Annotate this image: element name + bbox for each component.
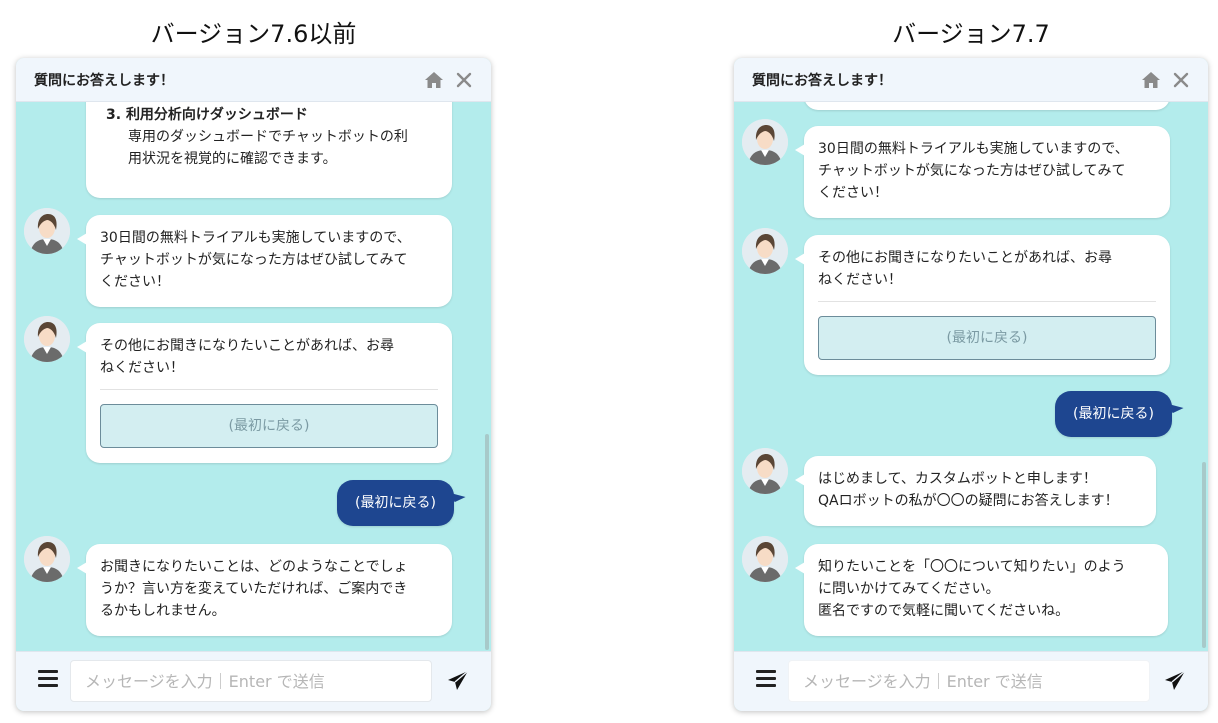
bot-message: その他にお聞きになりたいことがあれば、お尋 ねください！ (最初に戻る) [77,323,452,463]
message-text: その他にお聞きになりたいことがあれば、お尋 [100,338,394,354]
chat-header-title: 質問にお答えします！ [752,72,892,89]
message-text: 30日間の無料トライアルも実施していますので、 [818,141,1129,157]
message-text: 30日間の無料トライアルも実施していますので、 [100,230,411,246]
message-text: QAロボットの私が〇〇の疑問にお答えします！ [818,493,1119,509]
bot-message: 30日間の無料トライアルも実施していますので、 チャットボットが気になった方はぜ… [795,126,1170,218]
list-item-title: 利用分析向けダッシュボード [125,107,308,123]
chat-widget-left: 質問にお答えします！ 3. 利用分析向けダッシュボード 専用のダッシュボードでチ… [16,58,491,711]
chat-footer [734,651,1208,711]
home-icon[interactable] [1140,70,1162,90]
close-icon[interactable] [1170,70,1192,90]
bot-avatar [742,448,788,494]
back-to-start-button[interactable]: (最初に戻る) [818,316,1156,360]
list-item-desc: 専用のダッシュボードでチャットボットの利 [128,129,408,145]
message-text: るかもしれません。 [100,603,226,619]
bot-message: 3. 利用分析向けダッシュボード 専用のダッシュボードでチャットボットの利 用状… [86,102,452,198]
send-icon[interactable] [447,670,469,692]
bot-message: その他にお聞きになりたいことがあれば、お尋 ねください！ (最初に戻る) [795,235,1170,375]
message-text: はじめまして、カスタムボットと申します！ [818,471,1097,487]
chat-header-title: 質問にお答えします！ [34,72,174,89]
message-text: ねください！ [100,360,184,376]
list-item-number: 3. [106,107,122,123]
message-text: お聞きになりたいことは、どのようなことでしょ [100,559,408,575]
bot-avatar [24,536,70,582]
message-input[interactable] [70,660,432,702]
message-text: チャットボットが気になった方はぜひ試してみて [100,252,408,268]
back-to-start-button[interactable]: (最初に戻る) [100,404,438,448]
bot-avatar [742,119,788,165]
message-text: に問いかけてみてください。 [818,581,1000,597]
bot-avatar [24,208,70,254]
message-text: その他にお聞きになりたいことがあれば、お尋 [818,250,1112,266]
list-item-desc: 用状況を視覚的に確認できます。 [128,151,337,167]
panel-title-left: バージョン7.6以前 [150,20,357,48]
user-message: (最初に戻る) [1055,391,1172,437]
message-text: ください！ [100,274,170,290]
send-icon[interactable] [1164,670,1186,692]
bot-message: 知りたいことを「〇〇について知りたい」のよう に問いかけてみてください。 匿名で… [795,544,1168,636]
bot-avatar [742,228,788,274]
chat-footer [16,651,491,711]
message-input[interactable] [788,660,1150,702]
scrollbar[interactable] [1202,462,1206,648]
bot-message: 30日間の無料トライアルも実施していますので、 チャットボットが気になった方はぜ… [77,215,452,307]
message-text: うか？言い方を変えていただければ、ご案内でき [100,581,408,597]
divider [100,389,438,390]
message-area[interactable]: 3. 利用分析向けダッシュボード 専用のダッシュボードでチャットボットの利 用状… [16,102,491,651]
chat-widget-right: 質問にお答えします！ 30日間の無料トライアルも実施していますので、 チャットボ… [734,58,1208,711]
home-icon[interactable] [423,70,445,90]
message-text: 匿名ですので気軽に聞いてくださいね。 [818,603,1070,619]
bot-message: お聞きになりたいことは、どのようなことでしょ うか？言い方を変えていただければ、… [77,544,452,636]
bot-avatar [24,316,70,362]
message-text: 知りたいことを「〇〇について知りたい」のよう [818,559,1126,575]
message-area[interactable]: 30日間の無料トライアルも実施していますので、 チャットボットが気になった方はぜ… [734,102,1208,651]
scrollbar[interactable] [485,434,489,650]
chat-header: 質問にお答えします！ [16,58,491,102]
bot-message: はじめまして、カスタムボットと申します！ QAロボットの私が〇〇の疑問にお答えし… [795,456,1156,526]
menu-icon[interactable] [38,670,58,690]
bot-message [804,102,1170,110]
menu-icon[interactable] [756,670,776,690]
message-text: ください！ [818,185,888,201]
user-message: (最初に戻る) [337,480,454,526]
panel-title-right: バージョン7.7 [892,20,1050,48]
close-icon[interactable] [453,70,475,90]
message-text: ねください！ [818,272,902,288]
chat-header: 質問にお答えします！ [734,58,1208,102]
message-text: チャットボットが気になった方はぜひ試してみて [818,163,1126,179]
divider [818,301,1156,302]
bot-avatar [742,536,788,582]
